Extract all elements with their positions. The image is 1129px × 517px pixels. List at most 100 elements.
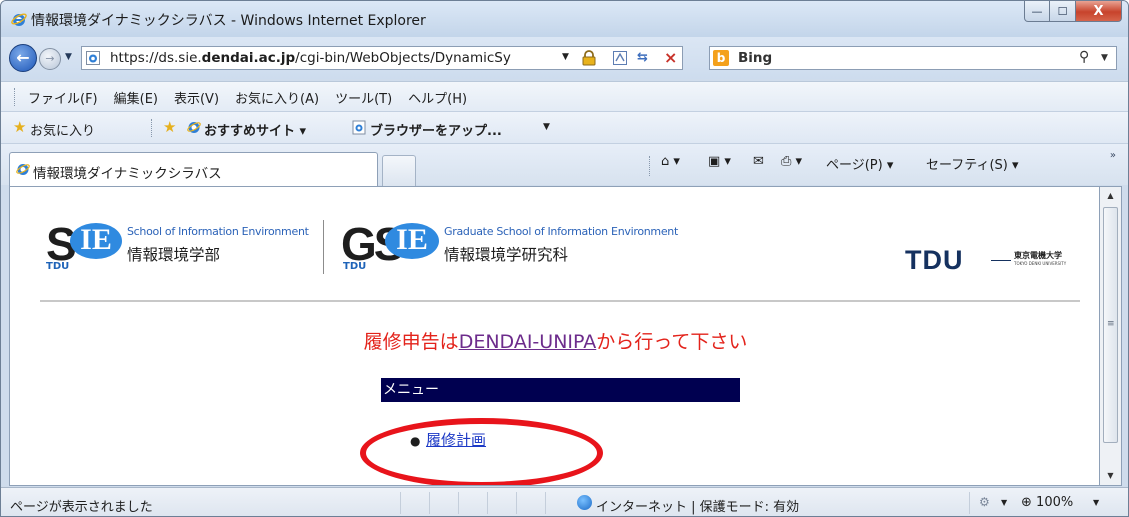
page-content: S IE TDU School of Information Environme… (9, 186, 1100, 486)
print-button[interactable]: ⎙ ▾ (781, 154, 802, 169)
bing-icon: b (713, 50, 729, 66)
new-tab-button[interactable] (382, 155, 416, 186)
dendai-unipa-link[interactable]: DENDAI-UNIPA (459, 331, 597, 353)
ie-page-icon (86, 51, 100, 65)
sie-name-en: School of Information Environment (127, 225, 309, 238)
logo-separator (323, 220, 324, 274)
search-provider-label[interactable]: Bing (738, 50, 772, 66)
upgrade-browser-link[interactable]: ブラウザーをアップ... (370, 120, 502, 139)
address-dropdown-icon[interactable]: ▼ (562, 52, 569, 62)
add-to-favorites-icon[interactable]: ★ (163, 118, 176, 136)
favorites-separator (151, 119, 152, 137)
recent-pages-dropdown-icon[interactable]: ▼ (65, 52, 72, 62)
scroll-down-icon[interactable]: ▼ (1100, 467, 1121, 485)
refresh-icon[interactable]: ⇆ (637, 50, 648, 65)
gsie-logo-tdu: TDU (343, 261, 367, 272)
gsie-name-en: Graduate School of Information Environme… (444, 225, 678, 238)
menu-item-3[interactable]: お気に入り(A) (235, 88, 319, 107)
window-title: 情報環境ダイナミックシラバス - Windows Internet Explor… (31, 13, 426, 29)
gsie-logo: GS IE TDU (341, 217, 451, 277)
navigation-bar: ← → ▼ https://ds.sie.dendai.ac.jp/cgi-bi… (1, 37, 1128, 79)
sie-logo-circle: IE (70, 223, 122, 259)
command-bar-separator (649, 156, 650, 176)
highlight-ellipse (360, 418, 603, 485)
menu-item-1[interactable]: 編集(E) (114, 88, 158, 107)
ie-logo-icon (11, 13, 27, 26)
lock-icon[interactable] (582, 50, 596, 66)
favorites-more-dropdown-icon[interactable]: ▼ (543, 122, 550, 132)
page-menu-button[interactable]: ページ(P) ▾ (826, 154, 893, 173)
popup-dropdown-icon[interactable]: ▼ (1001, 498, 1007, 507)
forward-button[interactable]: → (39, 48, 61, 70)
menu-item-2[interactable]: 表示(V) (174, 88, 219, 107)
status-bar: ページが表示されました インターネット | 保護モード: 有効 ⚙ ▼ ⊕ 10… (1, 487, 1128, 516)
tdu-logo-mark: TDU (905, 245, 964, 275)
tdu-logo-line (991, 260, 1011, 261)
safety-menu-button[interactable]: セーフティ(S) ▾ (926, 154, 1019, 173)
favorites-bar: ★ お気に入り ★ おすすめサイト ▾ ブラウザーをアップ... ▼ (1, 111, 1128, 143)
gsie-name-jp: 情報環境学研究科 (444, 246, 569, 264)
scroll-thumb[interactable]: ≡ (1103, 207, 1118, 443)
menu-item-4[interactable]: ツール(T) (335, 88, 392, 107)
sie-logo: S IE TDU (46, 217, 136, 277)
scroll-grip-icon: ≡ (1107, 319, 1115, 329)
url-text[interactable]: https://ds.sie.dendai.ac.jp/cgi-bin/WebO… (110, 50, 550, 66)
header-divider (40, 300, 1080, 302)
web-slice-page-icon (352, 120, 366, 135)
rss-feed-icon: ▣ (708, 154, 721, 169)
gsie-logo-circle: IE (385, 223, 439, 259)
zoom-dropdown-icon[interactable]: ▼ (1093, 498, 1099, 507)
home-icon: ⌂ (661, 154, 670, 169)
browser-window: 情報環境ダイナミックシラバス - Windows Internet Explor… (0, 0, 1129, 517)
menu-bar: ファイル(F) 編集(E) 表示(V) お気に入り(A) ツール(T) ヘルプ(H) (1, 81, 1128, 111)
vertical-scrollbar[interactable]: ▲ ≡ ▼ (1100, 186, 1122, 486)
sie-name-jp: 情報環境学部 (127, 246, 221, 264)
zoom-level[interactable]: ⊕ 100% (1021, 495, 1073, 510)
stop-icon[interactable]: × (664, 48, 677, 67)
tdu-name-en: TOKYO DENKI UNIVERSITY (1014, 261, 1067, 266)
tab-page-icon (16, 164, 30, 175)
popup-blocker-icon[interactable]: ⚙ (979, 495, 990, 509)
minimize-button[interactable]: — (1024, 1, 1050, 22)
menu-header: メニュー (381, 378, 740, 402)
caption-buttons: — ☐ X (1024, 1, 1122, 23)
forward-arrow-icon: → (45, 52, 55, 65)
command-bar-overflow-icon[interactable]: » (1110, 150, 1116, 161)
back-arrow-icon: ← (16, 48, 30, 67)
security-zone[interactable]: インターネット | 保護モード: 有効 (596, 496, 799, 515)
registration-notice: 履修申告はDENDAI-UNIPAから行って下さい (363, 331, 748, 353)
back-button[interactable]: ← (9, 44, 37, 72)
mail-icon: ✉ (753, 154, 764, 169)
read-mail-button[interactable]: ✉ (753, 154, 764, 169)
menu-item-0[interactable]: ファイル(F) (28, 88, 98, 107)
home-button[interactable]: ⌂ ▾ (661, 154, 680, 169)
suggested-sites-icon (187, 122, 201, 133)
toolbar-grip[interactable] (14, 88, 17, 106)
address-bar[interactable]: https://ds.sie.dendai.ac.jp/cgi-bin/WebO… (81, 46, 683, 70)
menu-item-5[interactable]: ヘルプ(H) (408, 88, 467, 107)
status-cells (400, 492, 574, 514)
title-bar: 情報環境ダイナミックシラバス - Windows Internet Explor… (1, 1, 1128, 37)
internet-zone-icon (577, 495, 592, 510)
magnifier-icon[interactable]: ⚲ (1079, 49, 1089, 65)
menu-items: ファイル(F) 編集(E) 表示(V) お気に入り(A) ツール(T) ヘルプ(H) (28, 88, 483, 107)
maximize-button[interactable]: ☐ (1050, 1, 1076, 22)
compatibility-view-icon[interactable] (612, 50, 628, 66)
status-message: ページが表示されました (10, 500, 153, 515)
zoom-icon: ⊕ (1021, 495, 1032, 510)
scroll-up-icon[interactable]: ▲ (1100, 187, 1121, 205)
sie-logo-tdu: TDU (46, 261, 70, 272)
close-button[interactable]: X (1076, 1, 1122, 22)
feeds-button[interactable]: ▣ ▾ (708, 154, 731, 169)
suggested-sites-link[interactable]: おすすめサイト ▾ (204, 120, 306, 139)
search-options-dropdown-icon[interactable]: ▼ (1101, 53, 1108, 63)
printer-icon: ⎙ (781, 154, 792, 169)
tab-row: 情報環境ダイナミックシラバス ⌂ ▾ ▣ ▾ ✉ ⎙ ▾ ページ(P) ▾ セー… (1, 143, 1128, 186)
tab-syllabus[interactable]: 情報環境ダイナミックシラバス (9, 152, 378, 186)
tab-title: 情報環境ダイナミックシラバス (33, 166, 222, 182)
favorites-button[interactable]: お気に入り (30, 120, 95, 139)
tdu-name-jp: 東京電機大学 (1014, 251, 1062, 260)
status-separator (969, 492, 970, 514)
favorites-star-icon[interactable]: ★ (13, 118, 26, 136)
search-box[interactable]: b Bing ⚲ ▼ (709, 46, 1117, 70)
